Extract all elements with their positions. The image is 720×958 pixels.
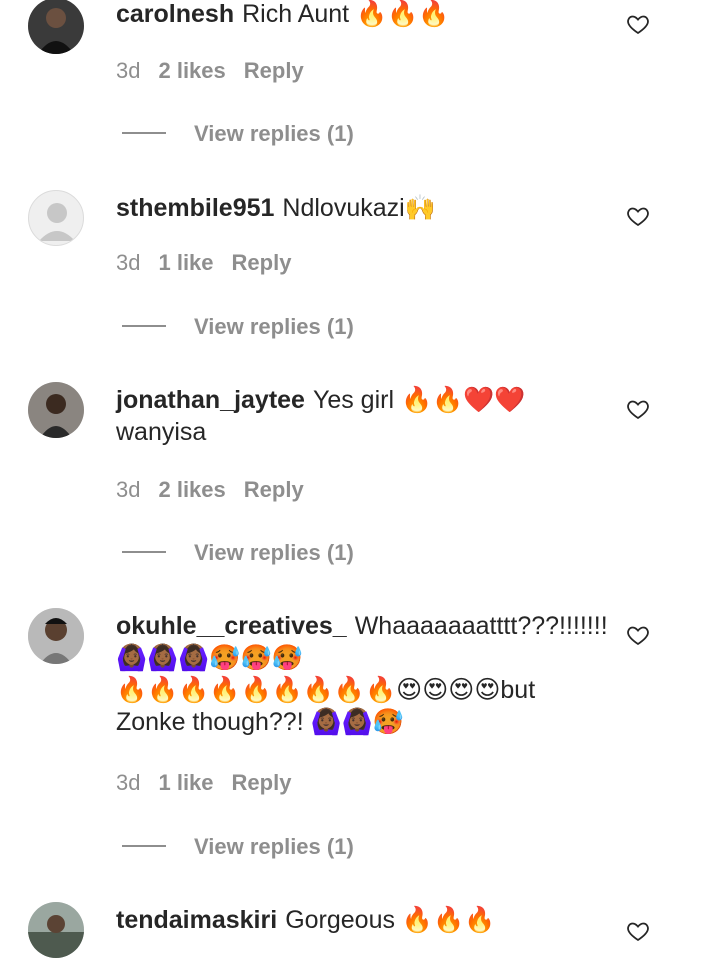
view-replies-label: View replies (1) — [194, 834, 354, 859]
view-replies-button[interactable]: View replies (1) — [122, 313, 354, 341]
comment-text-block: jonathan_jaytee Yes girl 🔥🔥❤️❤️ wanyisa — [116, 384, 586, 448]
avatar[interactable] — [28, 608, 84, 664]
like-button[interactable] — [626, 12, 650, 36]
comment-meta: 3d 2 likes Reply — [116, 476, 322, 504]
view-replies-label: View replies (1) — [194, 540, 354, 565]
comment-username[interactable]: sthembile951 — [116, 194, 274, 222]
comment-text-block: sthembile951 Ndlovukazi🙌 — [116, 192, 586, 224]
heart-outline-icon — [627, 207, 649, 227]
replies-divider — [122, 325, 166, 328]
heart-outline-icon — [627, 626, 649, 646]
reply-button[interactable]: Reply — [232, 770, 292, 795]
comment-likes[interactable]: 2 likes — [158, 58, 225, 83]
view-replies-label: View replies (1) — [194, 314, 354, 339]
comment-text-block: okuhle__creatives_ Whaaaaaaatttt???!!!!!!… — [116, 610, 608, 738]
comment-meta: 3d 1 like Reply — [116, 249, 309, 277]
avatar[interactable] — [28, 190, 84, 246]
like-button[interactable] — [626, 204, 650, 228]
comment-meta: 3d 2 likes Reply — [116, 57, 322, 85]
comment-text: Rich Aunt 🔥🔥🔥 — [242, 0, 450, 28]
default-avatar-icon — [39, 203, 75, 241]
comment-text-block: tendaimaskiri Gorgeous 🔥🔥🔥 — [116, 904, 586, 936]
reply-button[interactable]: Reply — [244, 58, 304, 83]
comment-text: Gorgeous 🔥🔥🔥 — [285, 906, 496, 934]
comment-meta: 3d 1 like Reply — [116, 769, 309, 797]
avatar[interactable] — [28, 902, 84, 958]
reply-button[interactable]: Reply — [232, 250, 292, 275]
view-replies-button[interactable]: View replies (1) — [122, 120, 354, 148]
comment-likes[interactable]: 2 likes — [158, 477, 225, 502]
avatar[interactable] — [28, 382, 84, 438]
comment-time: 3d — [116, 477, 141, 502]
heart-outline-icon — [627, 15, 649, 35]
reply-button[interactable]: Reply — [244, 477, 304, 502]
comment-time: 3d — [116, 250, 141, 275]
replies-divider — [122, 132, 166, 135]
like-button[interactable] — [626, 397, 650, 421]
view-replies-button[interactable]: View replies (1) — [122, 833, 354, 861]
comment-username[interactable]: okuhle__creatives_ — [116, 612, 347, 640]
heart-outline-icon — [627, 922, 649, 942]
view-replies-label: View replies (1) — [194, 121, 354, 146]
comment-username[interactable]: tendaimaskiri — [116, 906, 277, 934]
comment-likes[interactable]: 1 like — [158, 250, 213, 275]
comment-text: Ndlovukazi🙌 — [282, 194, 436, 222]
replies-divider — [122, 845, 166, 848]
like-button[interactable] — [626, 919, 650, 943]
comment-likes[interactable]: 1 like — [158, 770, 213, 795]
comment-username[interactable]: jonathan_jaytee — [116, 386, 305, 414]
view-replies-button[interactable]: View replies (1) — [122, 539, 354, 567]
like-button[interactable] — [626, 623, 650, 647]
comment-time: 3d — [116, 58, 141, 83]
comment-username[interactable]: carolnesh — [116, 0, 234, 28]
replies-divider — [122, 551, 166, 554]
comment-text-block: carolnesh Rich Aunt 🔥🔥🔥 — [116, 0, 586, 30]
avatar[interactable] — [28, 0, 84, 54]
heart-outline-icon — [627, 400, 649, 420]
comment-time: 3d — [116, 770, 141, 795]
